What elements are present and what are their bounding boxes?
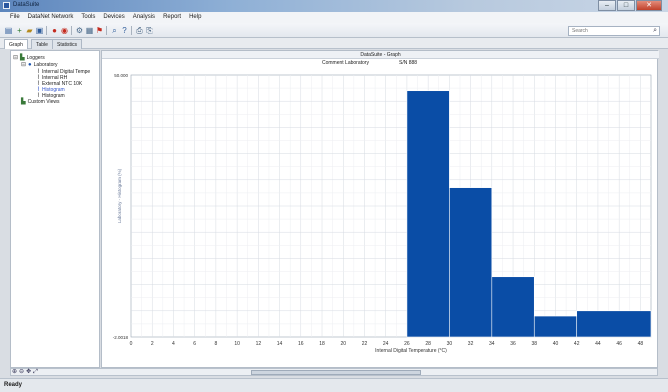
x-tick-label: 24: [383, 341, 389, 347]
title-bar: DataSuite – □ ✕: [0, 0, 668, 12]
x-tick-label: 16: [298, 341, 304, 347]
x-tick-label: 18: [319, 341, 325, 347]
histogram-bar: [491, 276, 535, 338]
x-tick-label: 6: [193, 341, 196, 347]
x-tick-label: 14: [277, 341, 283, 347]
zoom-out-icon[interactable]: ⊖: [19, 368, 24, 376]
zoom-icon[interactable]: ⌕: [110, 26, 119, 35]
menu-devices[interactable]: Devices: [99, 12, 128, 23]
histogram-bar: [449, 187, 493, 338]
app-logo-icon: [3, 2, 10, 9]
menu-bar: File DataNet Network Tools Devices Analy…: [0, 12, 668, 23]
window-controls: – □ ✕: [598, 0, 662, 11]
graph-subtitle: Comment Laboratory: [322, 60, 369, 66]
collapse-icon[interactable]: ⊟: [21, 62, 26, 68]
view-tabs: Graph Table Statistics: [0, 38, 668, 49]
x-tick-label: 38: [531, 341, 537, 347]
graph-serial: S/N 888: [399, 60, 418, 66]
open-folder-icon[interactable]: ▰: [25, 26, 34, 35]
search-box: ⌕: [568, 26, 660, 36]
menu-analysis[interactable]: Analysis: [129, 12, 159, 23]
help-icon[interactable]: ?: [120, 26, 129, 35]
tree-item-loggers[interactable]: ⊟ ▙ Loggers: [13, 55, 45, 61]
graph-tools: ⊕ ⊖ ✥ ⤢: [10, 368, 38, 376]
x-tick-label: 40: [553, 341, 559, 347]
flag-icon[interactable]: ⚑: [95, 26, 104, 35]
x-tick-label: 28: [425, 341, 431, 347]
x-tick-label: 8: [215, 341, 218, 347]
logger-tree: ⊟ ▙ Loggers ⊟ ● Laboratory ⌇ Internal Di…: [10, 50, 100, 368]
loggers-icon: ▙: [20, 55, 25, 61]
maximize-button[interactable]: □: [617, 0, 635, 11]
histogram-bar: [533, 315, 578, 338]
pan-icon[interactable]: ✥: [26, 368, 31, 376]
x-tick-label: 12: [256, 341, 262, 347]
y-tick-label: -2.0018: [113, 335, 129, 340]
horizontal-scrollbar[interactable]: [10, 368, 658, 376]
fit-icon[interactable]: ⤢: [33, 368, 38, 376]
add-icon[interactable]: +: [15, 26, 24, 35]
print-icon[interactable]: ⎙: [135, 26, 144, 35]
menu-tools[interactable]: Tools: [77, 12, 99, 23]
scrollbar-thumb[interactable]: [251, 370, 421, 375]
tab-statistics[interactable]: Statistics: [52, 39, 83, 49]
graph-panel: DataSuite - Graph Comment Laboratory S/N…: [101, 50, 659, 368]
tree-item-laboratory[interactable]: ⊟ ● Laboratory: [21, 62, 58, 68]
x-tick-label: 48: [638, 341, 644, 347]
logger-device-icon: ●: [28, 62, 32, 68]
histogram-bar: [406, 90, 450, 338]
histogram-chart[interactable]: 0 2 4 6 8 10 12 14 16 18 20 22 24 26 28 30 32 34 36 38 40 42 4…: [102, 67, 659, 367]
new-icon[interactable]: ▤: [4, 26, 13, 35]
toolbar: ▤ + ▰ ▣ ● ◉ ⚙ ▦ ⚑ ⌕ ? ⎙ ⎘ ⌕: [0, 23, 668, 38]
tab-table[interactable]: Table: [31, 39, 53, 49]
search-input[interactable]: [569, 27, 647, 35]
graph-panel-title: DataSuite - Graph: [102, 51, 659, 59]
x-tick-label: 26: [404, 341, 410, 347]
minimize-button[interactable]: –: [598, 0, 616, 11]
histogram-bar: [576, 310, 652, 338]
x-tick-label: 4: [172, 341, 175, 347]
status-text: Ready: [4, 382, 23, 388]
custom-views-icon: ▙: [21, 99, 26, 105]
search-icon[interactable]: ⌕: [653, 27, 657, 35]
x-tick-label: 10: [234, 341, 240, 347]
menu-datanet-network[interactable]: DataNet Network: [24, 12, 78, 23]
save-icon[interactable]: ▣: [35, 26, 44, 35]
x-tick-label: 22: [362, 341, 368, 347]
tree-item-custom-views[interactable]: ▙ Custom Views: [21, 99, 60, 105]
x-tick-label: 20: [340, 341, 346, 347]
record-icon[interactable]: ◉: [60, 26, 69, 35]
x-tick-label: 36: [510, 341, 516, 347]
settings-icon[interactable]: ⚙: [75, 26, 84, 35]
x-tick-label: 46: [616, 341, 622, 347]
stop-icon[interactable]: ●: [50, 26, 59, 35]
x-tick-label: 42: [574, 341, 580, 347]
tab-graph[interactable]: Graph: [4, 39, 28, 49]
x-tick-label: 44: [595, 341, 601, 347]
menu-help[interactable]: Help: [185, 12, 205, 23]
status-bar: Ready: [0, 378, 668, 392]
x-axis-label: Internal Digital Temperature (°C): [375, 348, 447, 354]
menu-file[interactable]: File: [6, 12, 24, 23]
collapse-icon[interactable]: ⊟: [13, 55, 18, 61]
close-button[interactable]: ✕: [636, 0, 662, 11]
y-tick-label: 50.000: [114, 73, 128, 78]
menu-report[interactable]: Report: [159, 12, 185, 23]
x-tick-label: 32: [468, 341, 474, 347]
x-tick-label: 30: [447, 341, 453, 347]
window-title: DataSuite: [13, 2, 40, 8]
x-tick-label: 2: [151, 341, 154, 347]
print-preview-icon[interactable]: ⎘: [145, 26, 154, 35]
zoom-in-icon[interactable]: ⊕: [12, 368, 17, 376]
y-axis-label: Laboratory - Histogram (%): [117, 168, 122, 223]
x-tick-label: 0: [130, 341, 133, 347]
grid-icon[interactable]: ▦: [85, 26, 94, 35]
x-tick-label: 34: [489, 341, 495, 347]
